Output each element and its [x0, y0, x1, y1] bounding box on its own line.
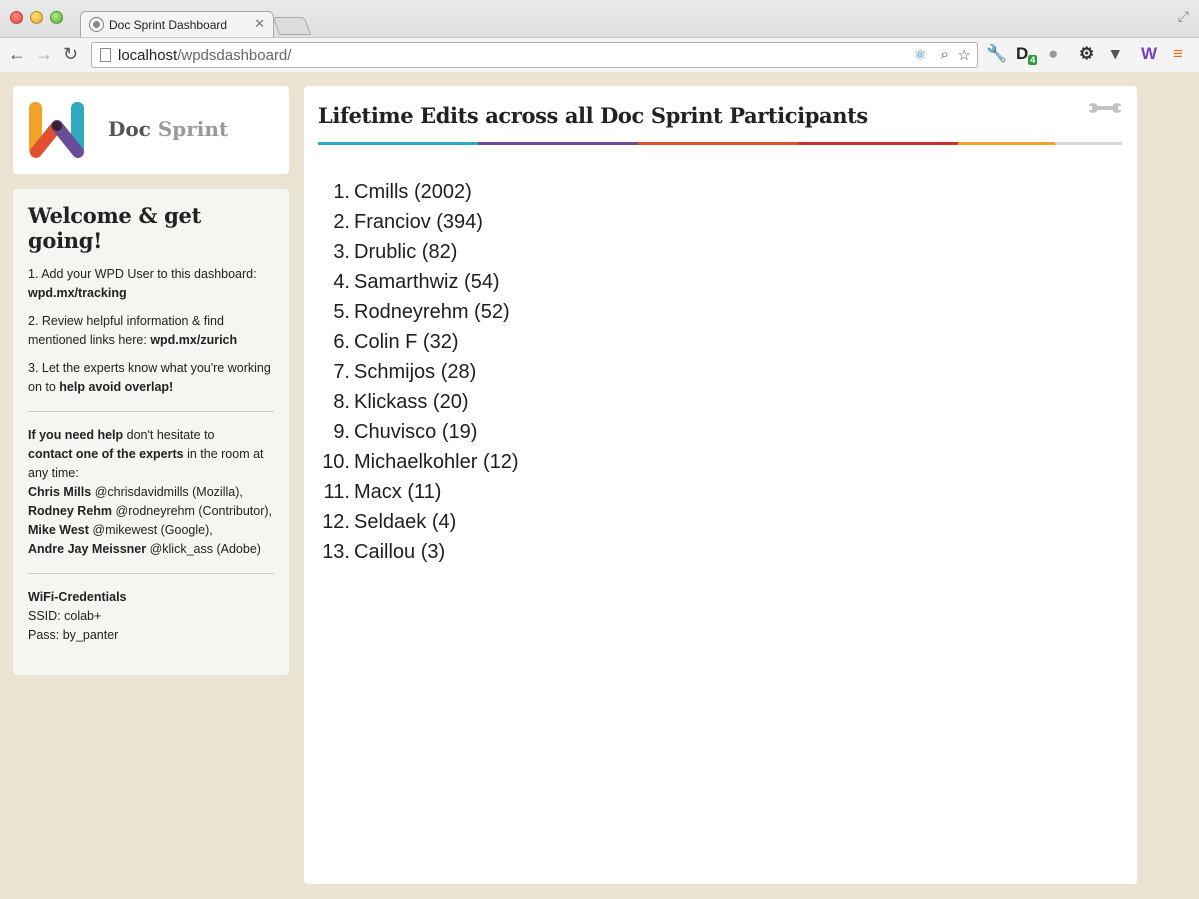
list-item: 2. Franciov (394) [304, 207, 904, 237]
browser-tab[interactable]: Doc Sprint Dashboard ✕ [80, 11, 274, 37]
expert-name: Rodney Rehm [28, 504, 113, 518]
settings-gear-icon[interactable]: ⚙ [1079, 44, 1094, 64]
help-text: If you need help don't hesitate to conta… [28, 428, 273, 556]
rank-number: 9. [333, 421, 350, 443]
search-icon[interactable]: ⌕ [941, 46, 949, 63]
pocket-icon[interactable]: ▾ [1111, 44, 1120, 64]
forward-arrow-icon[interactable]: → [35, 44, 53, 64]
rank-number: 5. [333, 301, 350, 323]
rank-number: 13. [322, 541, 350, 563]
address-bar[interactable]: localhost/wpdsdashboard/ ⚛ ⌕ ☆ [91, 42, 978, 68]
dashboard-extension-icon[interactable]: D4 [1016, 44, 1038, 70]
participant-entry: Samarthwiz (54) [354, 271, 500, 293]
underline-segment [478, 142, 638, 145]
list-item: 8. Klickass (20) [304, 387, 904, 417]
participant-entry: Drublic (82) [354, 241, 458, 263]
list-item: 5. Rodneyrehm (52) [304, 297, 904, 327]
list-item: 7. Schmijos (28) [304, 357, 904, 387]
participant-entry: Franciov (394) [354, 211, 483, 233]
tracking-link[interactable]: wpd.mx/tracking [28, 286, 127, 300]
list-item: 6. Colin F (32) [304, 327, 904, 357]
close-window-button[interactable] [10, 11, 23, 24]
doc-sprint-logo-icon [29, 102, 84, 158]
participant-entry: Cmills (2002) [354, 181, 472, 203]
leaderboard-list: 1. Cmills (2002) 2. Franciov (394) 3. Drublic… [304, 177, 904, 567]
participant-entry: Michaelkohler (12) [354, 451, 519, 473]
zurich-link[interactable]: wpd.mx/zurich [150, 333, 237, 347]
rank-number: 7. [333, 361, 350, 383]
rank-number: 4. [333, 271, 350, 293]
favicon-icon [89, 17, 104, 32]
participant-entry: Schmijos (28) [354, 361, 477, 383]
menu-icon[interactable]: ≡ [1173, 44, 1183, 64]
participant-entry: Chuvisco (19) [354, 421, 478, 443]
back-arrow-icon[interactable]: ← [8, 44, 26, 64]
list-item: 12. Seldaek (4) [304, 507, 904, 537]
participant-entry: Caillou (3) [354, 541, 446, 563]
welcome-heading: Welcome & get going! [28, 203, 202, 253]
expert-name: Chris Mills [28, 485, 92, 499]
page-icon [100, 48, 111, 62]
browser-chrome: Doc Sprint Dashboard ✕ ⤢ ← → ↻ localhost… [0, 0, 1199, 72]
list-item: 4. Samarthwiz (54) [304, 267, 904, 297]
list-item: 9. Chuvisco (19) [304, 417, 904, 447]
wrench-icon[interactable] [1087, 100, 1123, 116]
participant-entry: Klickass (20) [354, 391, 469, 413]
rank-number: 12. [322, 511, 350, 533]
title-underline [318, 142, 1122, 145]
step-1: 1. Add your WPD User to this dashboard: … [28, 267, 257, 300]
tab-title: Doc Sprint Dashboard [109, 18, 228, 32]
divider [28, 573, 274, 574]
page-title: Lifetime Edits across all Doc Sprint Par… [318, 103, 868, 128]
w-extension-icon[interactable]: W [1141, 44, 1157, 64]
minimize-window-button[interactable] [30, 11, 43, 24]
divider [28, 411, 274, 412]
logo-text: Doc Sprint [108, 117, 229, 141]
list-item: 10. Michaelkohler (12) [304, 447, 904, 477]
participant-entry: Colin F (32) [354, 331, 459, 353]
network-icon[interactable]: ⚛ [914, 46, 927, 64]
logo-card: Doc Sprint [13, 86, 289, 174]
underline-segment [798, 142, 958, 145]
list-item: 11. Macx (11) [304, 477, 904, 507]
extension-badge: 4 [1028, 55, 1038, 66]
reload-icon[interactable]: ↻ [63, 44, 78, 64]
url-text[interactable]: localhost/wpdsdashboard/ [118, 47, 291, 64]
participant-entry: Seldaek (4) [354, 511, 457, 533]
rank-number: 8. [333, 391, 350, 413]
underline-segment [958, 142, 1055, 145]
list-item: 1. Cmills (2002) [304, 177, 904, 207]
underline-segment [318, 142, 478, 145]
step-3: 3. Let the experts know what you're work… [28, 361, 271, 394]
rank-number: 10. [322, 451, 350, 473]
rank-number: 1. [333, 181, 350, 203]
wifi-credentials: WiFi-Credentials SSID: colab+ Pass: by_p… [28, 590, 127, 642]
expert-name: Mike West [28, 523, 89, 537]
participant-entry: Macx (11) [354, 481, 442, 503]
zoom-window-button[interactable] [50, 11, 63, 24]
underline-segment [638, 142, 798, 145]
wrench-tool-icon[interactable]: 🔧 [986, 44, 1007, 64]
rank-number: 6. [333, 331, 350, 353]
new-tab-button[interactable] [272, 17, 312, 35]
participant-entry: Rodneyrehm (52) [354, 301, 510, 323]
fullscreen-icon[interactable]: ⤢ [1178, 8, 1189, 25]
browser-toolbar: ← → ↻ localhost/wpdsdashboard/ ⚛ ⌕ ☆ 🔧 D… [0, 37, 1199, 72]
tab-close-icon[interactable]: ✕ [254, 16, 265, 32]
leaderboard-panel: Lifetime Edits across all Doc Sprint Par… [304, 86, 1137, 884]
welcome-panel: Welcome & get going! 1. Add your WPD Use… [13, 189, 289, 675]
list-item: 3. Drublic (82) [304, 237, 904, 267]
step-2: 2. Review helpful information & find men… [28, 314, 238, 347]
globe-icon[interactable]: ● [1048, 44, 1058, 64]
bookmark-star-icon[interactable]: ☆ [958, 46, 971, 64]
expert-name: Andre Jay Meissner [28, 542, 147, 556]
rank-number: 2. [333, 211, 350, 233]
rank-number: 11. [323, 481, 350, 503]
rank-number: 3. [333, 241, 350, 263]
list-item: 13. Caillou (3) [304, 537, 904, 567]
